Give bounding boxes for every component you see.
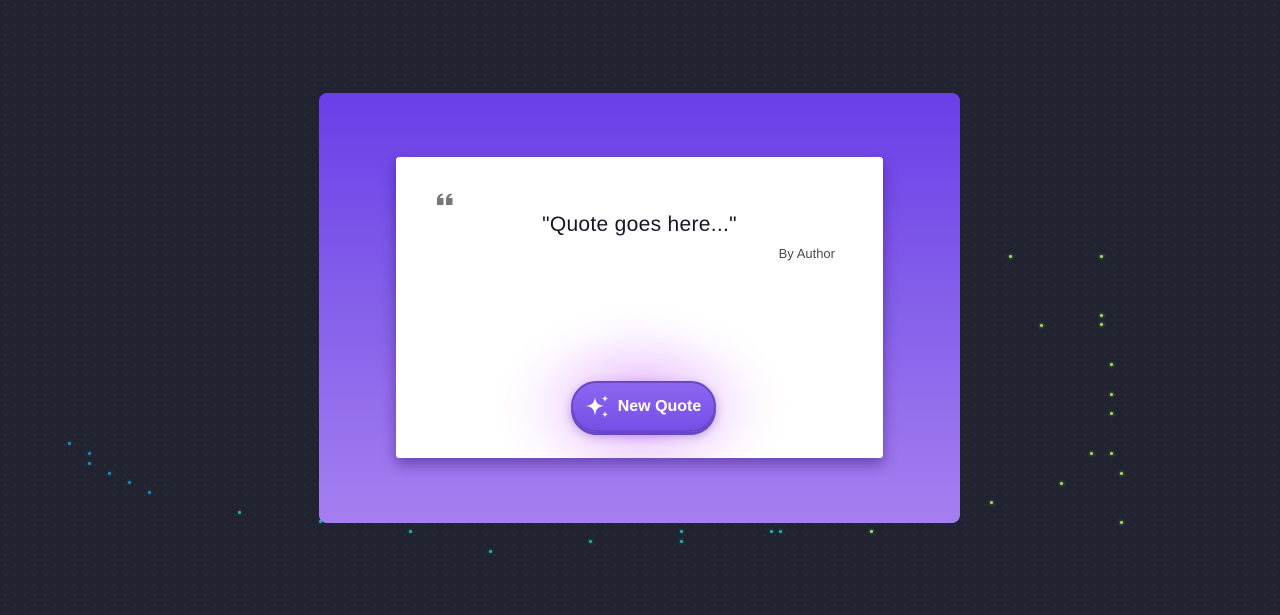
particle xyxy=(1110,412,1113,415)
particle xyxy=(88,462,91,465)
particle xyxy=(128,481,131,484)
sparkles-icon xyxy=(585,394,609,418)
particle xyxy=(88,452,91,455)
particle xyxy=(1040,324,1043,327)
particle xyxy=(148,491,151,494)
particle xyxy=(409,530,412,533)
particle xyxy=(990,501,993,504)
quote-card-container: "Quote goes here..." By Author New Quote xyxy=(319,93,960,523)
particle xyxy=(1120,521,1123,524)
particle xyxy=(108,472,111,475)
particle xyxy=(489,550,492,553)
particle xyxy=(1009,255,1012,258)
quote-box: "Quote goes here..." By Author New Quote xyxy=(396,157,883,458)
particle xyxy=(1110,452,1113,455)
particle xyxy=(680,540,683,543)
particle xyxy=(1120,472,1123,475)
particle xyxy=(1100,323,1103,326)
particle xyxy=(1060,482,1063,485)
particle xyxy=(770,530,773,533)
particle xyxy=(238,511,241,514)
new-quote-button[interactable]: New Quote xyxy=(571,381,716,432)
particle xyxy=(779,530,782,533)
particle xyxy=(1110,393,1113,396)
particle xyxy=(589,540,592,543)
particle xyxy=(680,530,683,533)
particle xyxy=(1100,314,1103,317)
particle xyxy=(870,530,873,533)
particle xyxy=(1090,452,1093,455)
quote-text: "Quote goes here..." xyxy=(542,213,737,236)
new-quote-label: New Quote xyxy=(617,397,702,415)
particle xyxy=(1100,255,1103,258)
quote-left-icon xyxy=(436,191,454,209)
particle xyxy=(68,442,71,445)
quote-author: By Author xyxy=(778,246,835,261)
particle xyxy=(1110,363,1113,366)
